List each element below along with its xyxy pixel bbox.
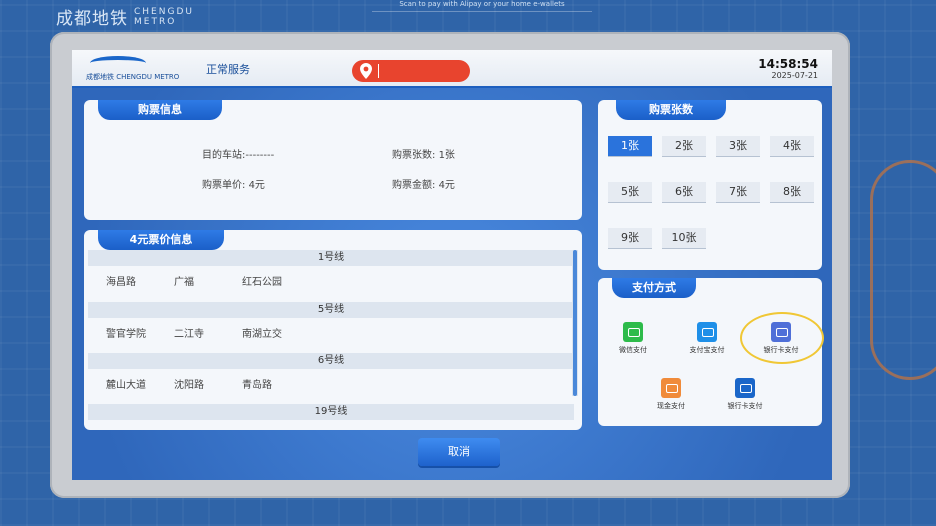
station-item[interactable]: 青岛路 (242, 376, 310, 391)
alipay-button[interactable]: 支付宝支付 (680, 322, 734, 355)
pay-banner: Scan to pay with Alipay or your home e-w… (372, 0, 592, 12)
qty-option-3[interactable]: 3张 (716, 136, 760, 156)
cash-pay-label: 现金支付 (657, 402, 685, 410)
clock: 14:58:54 2025-07-21 (758, 57, 818, 80)
qty-option-8[interactable]: 8张 (770, 182, 814, 202)
wechat-icon (623, 322, 643, 342)
qty-option-1[interactable]: 1张 (608, 136, 652, 156)
qty-option-7[interactable]: 7张 (716, 182, 760, 202)
card-pay-button[interactable]: 银行卡支付 (718, 378, 772, 411)
fare-info-panel: 4元票价信息 1号线 海昌路 广福 红石公园 5号线 警官学院 二江寺 南湖立交… (84, 230, 582, 430)
logo-text: 成都地铁 CHENGDU METRO (86, 73, 180, 81)
station-item[interactable]: 二江寺 (174, 325, 242, 340)
total-amount: 购票金额: 4元 (392, 180, 455, 191)
decorative-pattern (870, 160, 936, 380)
station-item[interactable]: 海昌路 (106, 273, 174, 288)
destination: 目的车站:-------- (202, 150, 275, 161)
station-list: 海昌路 广福 红石公园 (106, 273, 310, 288)
line-header: 19号线 (88, 404, 574, 420)
scrollbar-thumb[interactable] (573, 250, 577, 396)
brand-en: CHENGDU METRO (134, 6, 194, 27)
metro-logo: 成都地铁 CHENGDU METRO (84, 54, 179, 84)
qty-option-9[interactable]: 9张 (608, 228, 652, 248)
line-header: 1号线 (88, 250, 574, 266)
unit-price: 购票单价: 4元 (202, 180, 265, 191)
header: 成都地铁 CHENGDU METRO 正常服务 14:58:54 2025-07… (72, 50, 832, 88)
line-header: 5号线 (88, 302, 574, 318)
station-item[interactable]: 红石公园 (242, 273, 310, 288)
location-field[interactable] (352, 60, 470, 82)
alipay-label: 支付宝支付 (689, 346, 725, 354)
ticket-info-panel: 购票信息 目的车站:-------- 购票张数: 1张 购票单价: 4元 购票金… (84, 100, 582, 220)
fare-scrollbar[interactable] (572, 250, 578, 396)
cash-icon (661, 378, 681, 398)
station-list: 警官学院 二江寺 南湖立交 (106, 325, 310, 340)
ticket-info-title: 购票信息 (98, 100, 222, 120)
station-item[interactable]: 南湖立交 (242, 325, 310, 340)
clock-date: 2025-07-21 (771, 71, 819, 80)
brand-logo: 成都地铁 CHENGDU METRO (56, 4, 194, 30)
wechat-pay-button[interactable]: 微信支付 (606, 322, 660, 355)
brand-name: 成都地铁 (56, 9, 128, 29)
station-item[interactable]: 广福 (174, 273, 242, 288)
qty-option-6[interactable]: 6张 (662, 182, 706, 202)
payment-title: 支付方式 (612, 278, 696, 298)
qty-option-5[interactable]: 5张 (608, 182, 652, 202)
clock-time: 14:58:54 (758, 57, 818, 71)
cancel-button[interactable]: 取消 (418, 438, 500, 466)
card-icon (735, 378, 755, 398)
service-status: 正常服务 (206, 63, 250, 76)
station-item[interactable]: 麓山大道 (106, 376, 174, 391)
fare-info-title: 4元票价信息 (98, 230, 224, 250)
ticket-machine-screen: 成都地铁 CHENGDU METRO 正常服务 14:58:54 2025-07… (72, 50, 832, 480)
qty-option-2[interactable]: 2张 (662, 136, 706, 156)
station-list: 麓山大道 沈阳路 青岛路 (106, 376, 310, 391)
location-pin-icon (360, 63, 372, 79)
wechat-pay-label: 微信支付 (619, 346, 647, 354)
logo-swoosh-icon (90, 56, 146, 70)
bank-card-highlight-circle (740, 312, 824, 364)
cash-pay-button[interactable]: 现金支付 (644, 378, 698, 411)
quantity-panel: 购票张数 1张 2张 3张 4张 5张 6张 7张 8张 9张 10张 (598, 100, 822, 270)
ticket-quantity: 购票张数: 1张 (392, 150, 455, 161)
line-header: 6号线 (88, 353, 574, 369)
station-item[interactable]: 警官学院 (106, 325, 174, 340)
text-cursor (378, 64, 379, 78)
alipay-icon (697, 322, 717, 342)
quantity-title: 购票张数 (616, 100, 726, 120)
card-pay-label: 银行卡支付 (727, 402, 763, 410)
qty-option-4[interactable]: 4张 (770, 136, 814, 156)
station-item[interactable]: 沈阳路 (174, 376, 242, 391)
qty-option-10[interactable]: 10张 (662, 228, 706, 248)
